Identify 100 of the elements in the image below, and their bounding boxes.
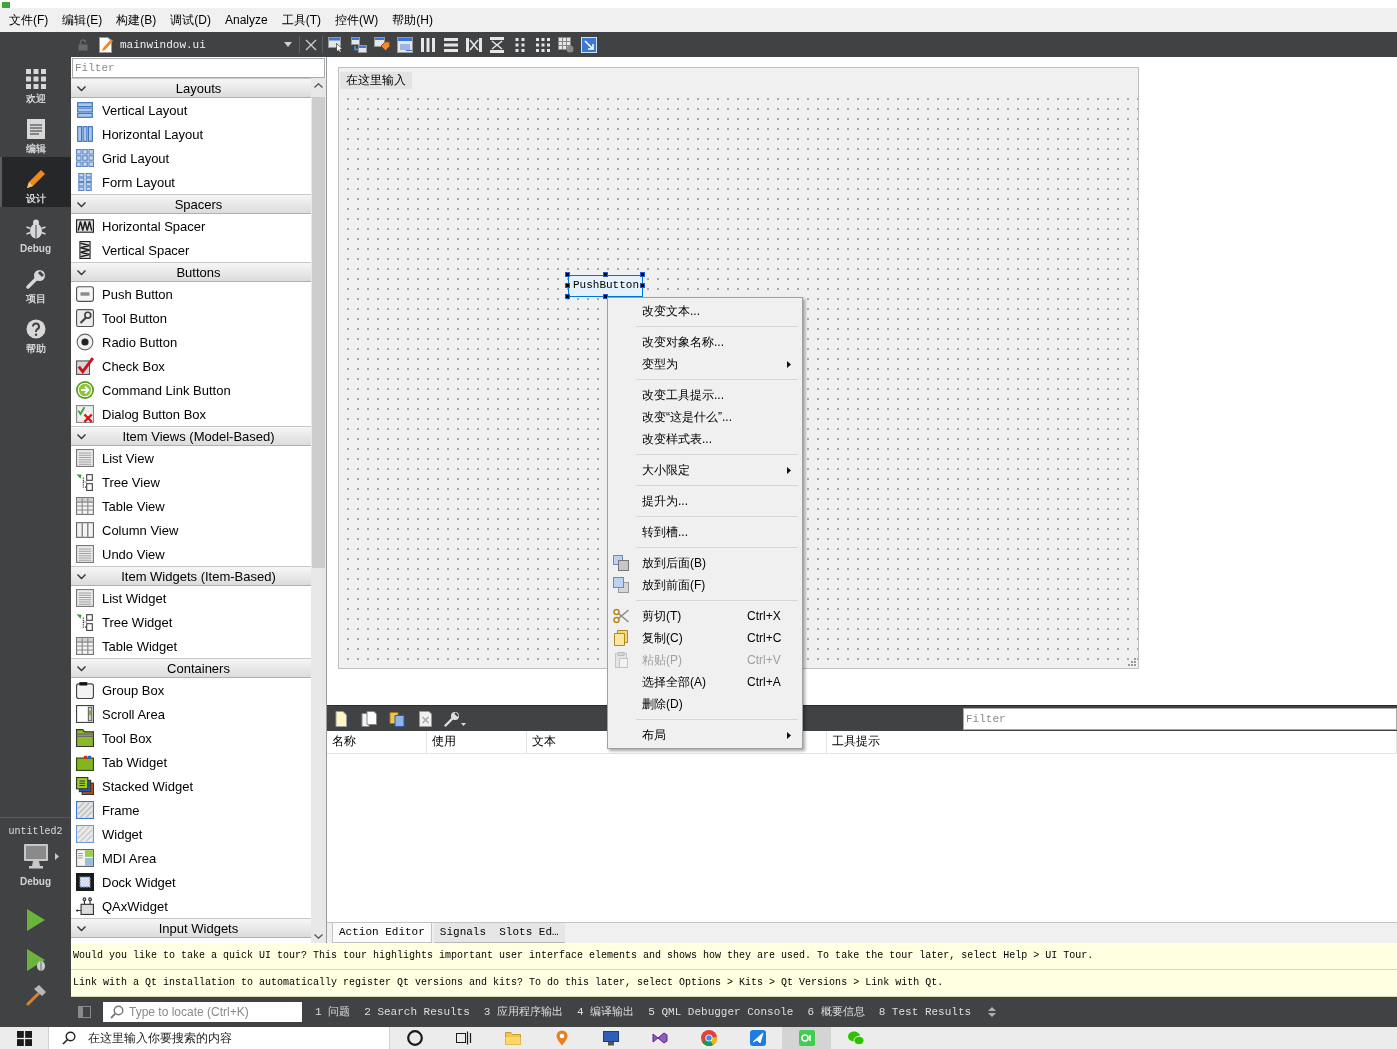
- scrollbar[interactable]: [311, 78, 326, 943]
- menu-item[interactable]: 删除(D): [608, 693, 802, 715]
- category-header[interactable]: Spacers: [71, 194, 311, 214]
- widget-list-item[interactable]: Tree Widget: [71, 610, 311, 634]
- close-icon[interactable]: [305, 38, 317, 51]
- mode-button[interactable]: 项目: [0, 257, 71, 307]
- tab[interactable]: Action Editor: [332, 923, 432, 943]
- category-header[interactable]: Input Widgets: [71, 918, 311, 938]
- filter-field[interactable]: Filter: [72, 58, 325, 78]
- menu-item[interactable]: 编辑(E): [55, 11, 110, 29]
- widget-list-item[interactable]: Tab Widget: [71, 750, 311, 774]
- widget-list-item[interactable]: Form Layout: [71, 170, 311, 194]
- widget-list-item[interactable]: List Widget: [71, 586, 311, 610]
- category-header[interactable]: Item Views (Model-Based): [71, 426, 311, 446]
- widget-list-item[interactable]: List View: [71, 446, 311, 470]
- new-page-icon[interactable]: [333, 710, 349, 727]
- output-pane-button[interactable]: 3 应用程序输出: [476, 1002, 571, 1022]
- menu-item[interactable]: 帮助(H): [385, 11, 441, 29]
- category-header[interactable]: Buttons: [71, 262, 311, 282]
- widget-list-item[interactable]: Push Button: [71, 282, 311, 306]
- locate-field[interactable]: Type to locate (Ctrl+K): [103, 1002, 302, 1022]
- document-selector[interactable]: mainwindow.ui: [97, 34, 296, 55]
- four-squares-icon[interactable]: [17, 1030, 32, 1046]
- widget-list-item[interactable]: Check Box: [71, 354, 311, 378]
- chevron-down-icon[interactable]: [314, 934, 323, 939]
- widget-list-item[interactable]: Tree View: [71, 470, 311, 494]
- widget-list-item[interactable]: Horizontal Layout: [71, 122, 311, 146]
- widget-list-item[interactable]: Horizontal Spacer: [71, 214, 311, 238]
- widget-list-item[interactable]: Vertical Layout: [71, 98, 311, 122]
- widget-list-item[interactable]: Frame: [71, 798, 311, 822]
- tab[interactable]: Signals Slots Ed…: [433, 923, 565, 943]
- filter-field[interactable]: Filter: [963, 707, 1397, 730]
- widget-list-item[interactable]: Stacked Widget: [71, 774, 311, 798]
- widget-list-item[interactable]: Undo View: [71, 542, 311, 566]
- widget-list-item[interactable]: QAxWidget: [71, 894, 311, 918]
- split-rows-icon[interactable]: [489, 36, 505, 53]
- widget-list-item[interactable]: Column View: [71, 518, 311, 542]
- mode-button[interactable]: 欢迎: [0, 57, 71, 107]
- menu-item[interactable]: 放到后面(B): [608, 552, 802, 574]
- menu-item[interactable]: 提升为...: [608, 490, 802, 512]
- scrollbar-thumb[interactable]: [312, 97, 325, 568]
- menu-item[interactable]: 复制(C) Ctrl+C: [608, 627, 802, 649]
- widget-list-item[interactable]: Table Widget: [71, 634, 311, 658]
- category-header[interactable]: Containers: [71, 658, 311, 678]
- widget-list-item[interactable]: MDI Area: [71, 846, 311, 870]
- menu-item[interactable]: 工具(T): [274, 11, 329, 29]
- menu-item[interactable]: 布局: [608, 724, 802, 746]
- menu-item[interactable]: 改变“这是什么”...: [608, 406, 802, 428]
- column-header[interactable]: 使用: [427, 731, 527, 753]
- menu-item[interactable]: 改变对象名称...: [608, 331, 802, 353]
- output-pane-button[interactable]: 2 Search Results: [357, 1002, 477, 1022]
- push-button[interactable]: PushButton: [568, 275, 643, 297]
- category-header[interactable]: Item Widgets (Item-Based): [71, 566, 311, 586]
- category-header[interactable]: Layouts: [71, 78, 311, 98]
- widget-list-item[interactable]: Table View: [71, 494, 311, 518]
- split-columns-icon[interactable]: [466, 36, 482, 53]
- play-bug-icon[interactable]: [25, 948, 46, 972]
- resize-handle[interactable]: [565, 272, 570, 277]
- widget-list-item[interactable]: Grid Layout: [71, 146, 311, 170]
- mode-button[interactable]: 编辑: [0, 107, 71, 157]
- up-down-arrows-icon[interactable]: [988, 1006, 997, 1018]
- resize-handle[interactable]: [603, 294, 608, 299]
- table-break-icon[interactable]: [558, 36, 574, 53]
- menu-item[interactable]: 变型为: [608, 353, 802, 375]
- widget-list-item[interactable]: Dock Widget: [71, 870, 311, 894]
- kit-selector-button[interactable]: Debug: [12, 843, 59, 888]
- output-pane-button[interactable]: 8 Test Results: [871, 1002, 979, 1022]
- menu-item[interactable]: 构建(B): [109, 11, 164, 29]
- delete-page-icon[interactable]: [417, 710, 433, 727]
- mode-button[interactable]: Debug: [0, 207, 71, 257]
- output-pane-button[interactable]: 4 编译输出: [570, 1002, 642, 1022]
- menu-item[interactable]: 剪切(T) Ctrl+X: [608, 605, 802, 627]
- resize-grip-icon[interactable]: [1127, 657, 1136, 666]
- search-field[interactable]: 在这里输入你要搜索的内容: [48, 1027, 390, 1049]
- menu-item[interactable]: 放到前面(F): [608, 574, 802, 596]
- menu-item[interactable]: Analyze: [218, 11, 275, 29]
- wrench-menu-icon[interactable]: [444, 710, 466, 727]
- mode-button[interactable]: 帮助: [0, 307, 71, 357]
- column-header[interactable]: 名称: [327, 731, 427, 753]
- widget-list-item[interactable]: Tool Box: [71, 726, 311, 750]
- menu-item[interactable]: 改变工具提示...: [608, 384, 802, 406]
- output-pane-button[interactable]: 5 QML Debugger Console: [641, 1002, 801, 1022]
- widget-list-item[interactable]: Radio Button: [71, 330, 311, 354]
- output-pane-button[interactable]: 1 问题: [308, 1002, 358, 1022]
- windows-arrow-icon[interactable]: [351, 36, 367, 53]
- menu-entry-hint[interactable]: 在这里输入: [340, 72, 412, 89]
- chevron-up-icon[interactable]: [314, 83, 323, 88]
- widget-list-item[interactable]: Command Link Button: [71, 378, 311, 402]
- resize-handle[interactable]: [603, 272, 608, 277]
- menu-item[interactable]: 调试(D): [163, 11, 218, 29]
- colored-pages-icon[interactable]: [389, 710, 405, 727]
- vertical-bars-icon[interactable]: [420, 36, 436, 53]
- mode-button[interactable]: 设计: [0, 157, 71, 207]
- column-header[interactable]: 工具提示: [827, 731, 1397, 753]
- menu-item[interactable]: 大小限定: [608, 459, 802, 481]
- play-icon[interactable]: [25, 908, 46, 932]
- hammer-icon[interactable]: [24, 984, 47, 1006]
- widget-list-item[interactable]: Widget: [71, 822, 311, 846]
- sidebar-toggle-icon[interactable]: [78, 1006, 91, 1018]
- resize-handle[interactable]: [640, 272, 645, 277]
